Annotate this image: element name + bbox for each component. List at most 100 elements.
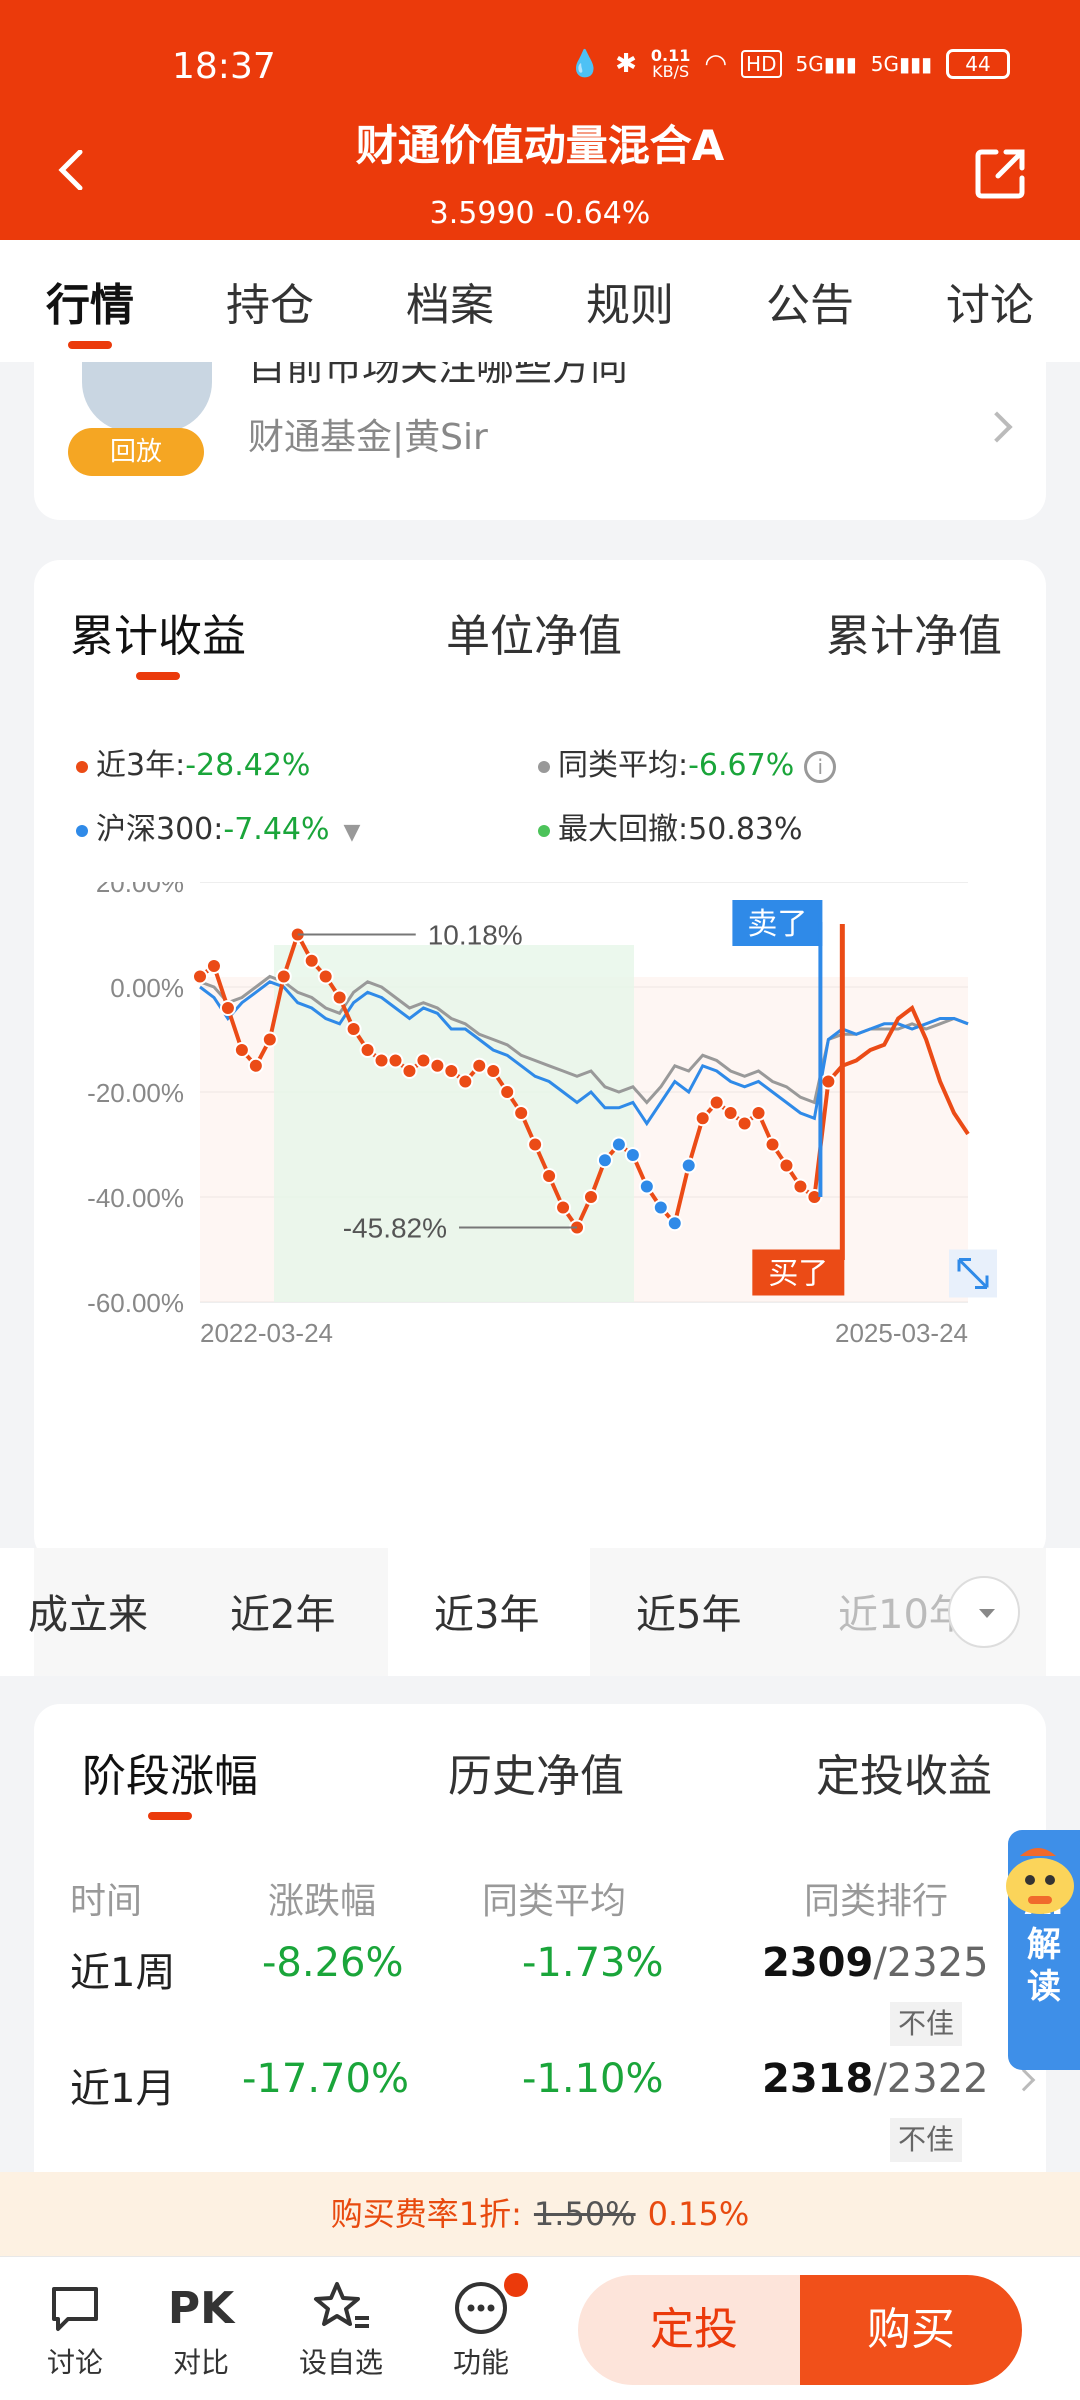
- tab-history-nav[interactable]: 历史净值: [448, 1740, 624, 1804]
- y-tick-label: -20.00%: [87, 1078, 184, 1108]
- trade-dot: [513, 1105, 530, 1121]
- legend-index[interactable]: 沪深300:-7.44% ▼: [76, 804, 360, 848]
- header-change: 涨跌幅: [268, 1881, 377, 1922]
- signal-5g-icon: 5G▮▮▮: [795, 52, 857, 76]
- trade-dot: [359, 1042, 376, 1058]
- legend-drawdown: 最大回撤:50.83%: [538, 804, 803, 848]
- table-row[interactable]: 近1周 -8.26% -1.73% 2309/2325 不佳: [34, 1940, 1046, 2050]
- tab-cumulative-return[interactable]: 累计收益: [70, 600, 246, 680]
- nav-compare[interactable]: PK 对比: [146, 2275, 256, 2381]
- period-since-inception[interactable]: 成立来: [28, 1582, 148, 1640]
- tab-discussion[interactable]: 讨论: [940, 269, 1040, 333]
- trade-dot: [331, 989, 348, 1006]
- trade-dot: [694, 1110, 711, 1127]
- trade-dot: [708, 1094, 725, 1111]
- sip-button[interactable]: 定投: [578, 2275, 810, 2385]
- trade-dot: [317, 968, 334, 985]
- x-tick-label: 2025-03-24: [835, 1318, 968, 1348]
- rank-level-badge: 不佳: [890, 2118, 962, 2162]
- period-3y[interactable]: 近3年: [434, 1582, 539, 1640]
- nav-discuss[interactable]: 讨论: [20, 2275, 130, 2381]
- battery-icon: 44: [946, 49, 1010, 79]
- trade-dot: [736, 1115, 753, 1132]
- tab-unit-nav[interactable]: 单位净值: [446, 600, 622, 664]
- info-icon[interactable]: i: [804, 750, 837, 783]
- drawdown-area: [274, 945, 634, 1302]
- period-2y[interactable]: 近2年: [230, 1582, 335, 1640]
- trade-dot: [582, 1189, 599, 1205]
- row-rank: 2309/2325: [762, 1940, 989, 1986]
- pk-icon: PK: [167, 2282, 235, 2334]
- mascot-icon: [1006, 1848, 1074, 1914]
- legend-peer: 同类平均:-6.67% i: [538, 740, 837, 784]
- trade-dot: [247, 1057, 264, 1074]
- trade-dot: [345, 1021, 362, 1037]
- expand-periods-icon[interactable]: [948, 1576, 1020, 1648]
- rank-level-badge: 不佳: [890, 2002, 962, 2046]
- trade-dot: [415, 1052, 432, 1069]
- live-title: 目前市场关注哪些方向: [248, 362, 629, 389]
- share-icon[interactable]: [974, 146, 1028, 200]
- live-replay-card[interactable]: 回放 目前市场关注哪些方向 财通基金|黄Sir: [34, 362, 1046, 520]
- trade-dot: [373, 1052, 390, 1069]
- tab-stage-returns[interactable]: 阶段涨幅: [82, 1740, 258, 1820]
- live-author: 财通基金|黄Sir: [248, 417, 488, 458]
- replay-badge: 回放: [68, 428, 204, 476]
- trade-dot: [624, 1147, 641, 1163]
- x-tick-label: 2022-03-24: [200, 1318, 333, 1348]
- fund-dot-icon: [76, 760, 88, 773]
- trade-dot: [610, 1136, 627, 1153]
- bluetooth-icon: ✱: [615, 49, 637, 79]
- trade-dot: [275, 968, 292, 985]
- tab-announcements[interactable]: 公告: [760, 269, 860, 333]
- tab-holdings[interactable]: 持仓: [220, 269, 320, 333]
- signal-5g-icon-2: 5G▮▮▮: [870, 52, 932, 76]
- chart-tabs: 累计收益 单位净值 累计净值: [34, 600, 1046, 680]
- tab-sip-returns[interactable]: 定投收益: [816, 1740, 992, 1804]
- buy-label: 买了: [768, 1258, 828, 1291]
- star-list-icon: [314, 2282, 369, 2328]
- purchase-fee-banner[interactable]: 购买费率1折: 1.50% 0.15%: [0, 2172, 1080, 2256]
- trade-dot: [443, 1063, 460, 1079]
- avatar: [82, 362, 212, 432]
- index-dot-icon: [76, 824, 88, 837]
- peer-dot-icon: [538, 760, 550, 773]
- more-icon: [455, 2282, 507, 2334]
- performance-chart-card: 累计收益 单位净值 累计净值 近3年:-28.42% 同类平均:-6.67% i …: [34, 560, 1046, 1562]
- trade-dot: [541, 1168, 558, 1184]
- trade-dot: [680, 1157, 697, 1174]
- trade-dot: [387, 1052, 404, 1069]
- trade-dot: [485, 1063, 502, 1079]
- trade-dot: [233, 1042, 250, 1058]
- expand-icon[interactable]: [949, 1249, 997, 1298]
- row-period: 近1周: [70, 1950, 176, 1996]
- nav-add-watchlist[interactable]: 设自选: [286, 2275, 396, 2381]
- trade-dot: [205, 958, 222, 974]
- header-period: 时间: [70, 1881, 143, 1922]
- tab-profile[interactable]: 档案: [400, 269, 500, 333]
- trade-dot: [792, 1178, 809, 1195]
- buy-button[interactable]: 购买: [800, 2275, 1022, 2385]
- row-change: -17.70%: [242, 2056, 409, 2102]
- trade-dot: [750, 1105, 767, 1121]
- tab-market[interactable]: 行情: [40, 269, 140, 349]
- return-chart[interactable]: 20.00% 0.00% -20.00% -40.00% -60.00% 2022-03-…: [34, 882, 1046, 1502]
- trade-dot: [820, 1073, 837, 1090]
- trade-dot: [219, 1000, 236, 1016]
- nav-functions[interactable]: 功能: [426, 2273, 536, 2381]
- table-row[interactable]: 近1月 -17.70% -1.10% 2318/2322 不佳: [34, 2056, 1046, 2166]
- period-selector: 成立来 近2年 近3年 近5年 近10年: [0, 1548, 1080, 1676]
- dropdown-icon[interactable]: ▼: [344, 820, 361, 845]
- drop-icon: 💧: [568, 49, 602, 79]
- period-5y[interactable]: 近5年: [636, 1582, 741, 1640]
- header-rank: 同类排行: [804, 1881, 949, 1922]
- status-bar: 18:37 💧 ✱ 0.11 KB/S ◠ HD 5G▮▮▮ 5G▮▮▮ 44: [0, 40, 1080, 96]
- tab-cumulative-nav[interactable]: 累计净值: [826, 600, 1002, 664]
- hd-icon: HD: [741, 50, 782, 78]
- trade-dot: [192, 968, 208, 985]
- row-period: 近1月: [70, 2066, 176, 2112]
- trade-dot: [429, 1057, 446, 1074]
- fund-nav: 3.5990 -0.64%: [429, 196, 651, 231]
- net-speed: 0.11 KB/S: [650, 46, 691, 81]
- tab-rules[interactable]: 规则: [580, 269, 680, 333]
